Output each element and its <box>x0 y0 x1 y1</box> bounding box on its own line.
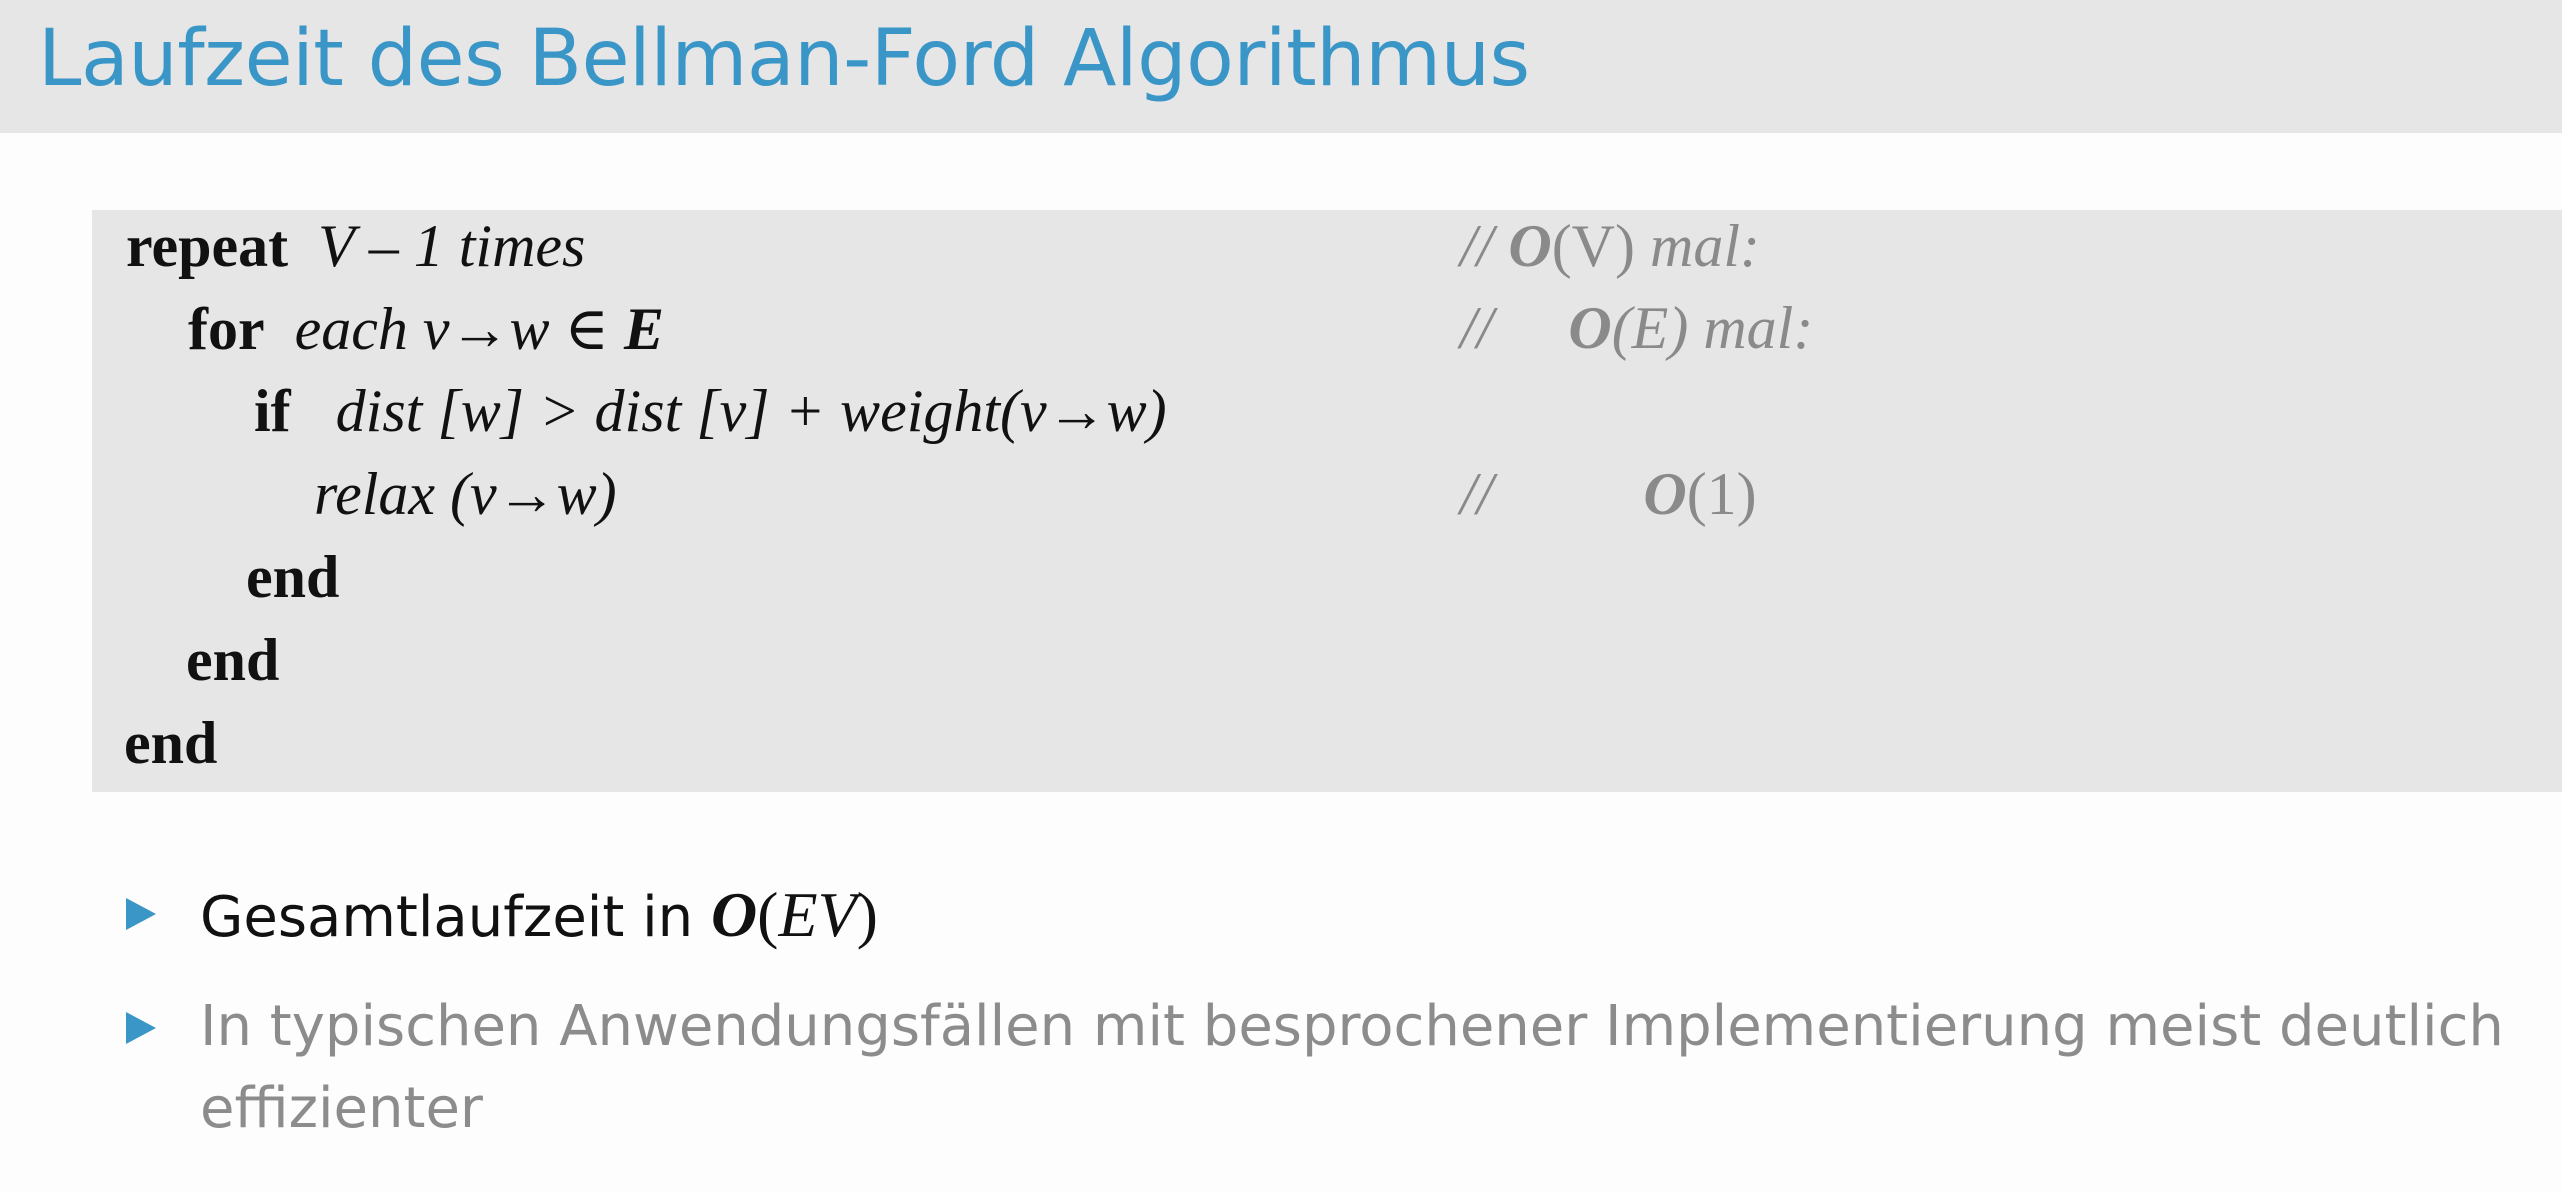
bullet-typical-cases-line2: effizienter <box>200 1076 483 1141</box>
comment-for: // O(E) mal: <box>1460 294 1813 363</box>
bullet-typical-cases-line1: In typischen Anwendungsfällen mit bespro… <box>200 994 2504 1059</box>
keyword-end: end <box>186 627 280 693</box>
bullet-arrow-icon <box>126 1012 156 1044</box>
comment-suffix: mal: <box>1703 295 1814 361</box>
code-line-end-if: end <box>246 543 339 612</box>
complexity-arg: EV <box>778 879 857 950</box>
repeat-condition: V – 1 times <box>318 213 586 279</box>
title-bar: Laufzeit des Bellman-Ford Algorithmus <box>0 0 2562 133</box>
complexity-arg: (1) <box>1686 461 1757 527</box>
slide-title: Laufzeit des Bellman-Ford Algorithmus <box>38 14 1530 104</box>
complexity-arg: (V) <box>1551 213 1635 279</box>
math-lparen: ( <box>757 879 779 950</box>
big-o: O <box>1568 295 1612 361</box>
comment-relax: // O(1) <box>1460 460 1757 529</box>
big-o: O <box>710 879 758 950</box>
bullet-text: Gesamtlaufzeit in <box>200 885 711 950</box>
bullet-total-runtime: Gesamtlaufzeit in O(EV) <box>200 878 878 952</box>
comment-slashes: // <box>1460 461 1494 527</box>
code-line-end-repeat: end <box>124 709 217 778</box>
keyword-end: end <box>124 710 218 776</box>
code-line-for: for each v→w ∈ E <box>188 294 664 364</box>
code-line-end-for: end <box>186 626 279 695</box>
if-condition: dist [w] > dist [v] + weight(v→w) <box>335 378 1167 444</box>
keyword-repeat: repeat <box>126 213 289 279</box>
keyword-if: if <box>254 378 291 444</box>
keyword-for: for <box>188 296 265 362</box>
math-rparen: ) <box>856 879 878 950</box>
comment-repeat: // O(V) mal: <box>1460 212 1760 281</box>
comment-slashes: // <box>1460 213 1494 279</box>
code-line-repeat: repeat V – 1 times <box>126 212 585 281</box>
edge-set-E: E <box>623 296 664 362</box>
comment-slashes: // <box>1460 295 1494 361</box>
keyword-end: end <box>246 544 340 610</box>
code-line-if: if dist [w] > dist [v] + weight(v→w) <box>254 377 1167 446</box>
for-condition: each v→w ∈ <box>294 296 624 362</box>
big-o: O <box>1508 213 1552 279</box>
big-o: O <box>1643 461 1687 527</box>
code-line-relax: relax (v→w) <box>314 460 617 529</box>
complexity-arg: (E) <box>1611 295 1689 361</box>
slide: Laufzeit des Bellman-Ford Algorithmus re… <box>0 0 2562 1192</box>
relax-call: relax (v→w) <box>314 461 617 527</box>
bullet-arrow-icon <box>126 898 156 930</box>
comment-suffix: mal: <box>1649 213 1760 279</box>
